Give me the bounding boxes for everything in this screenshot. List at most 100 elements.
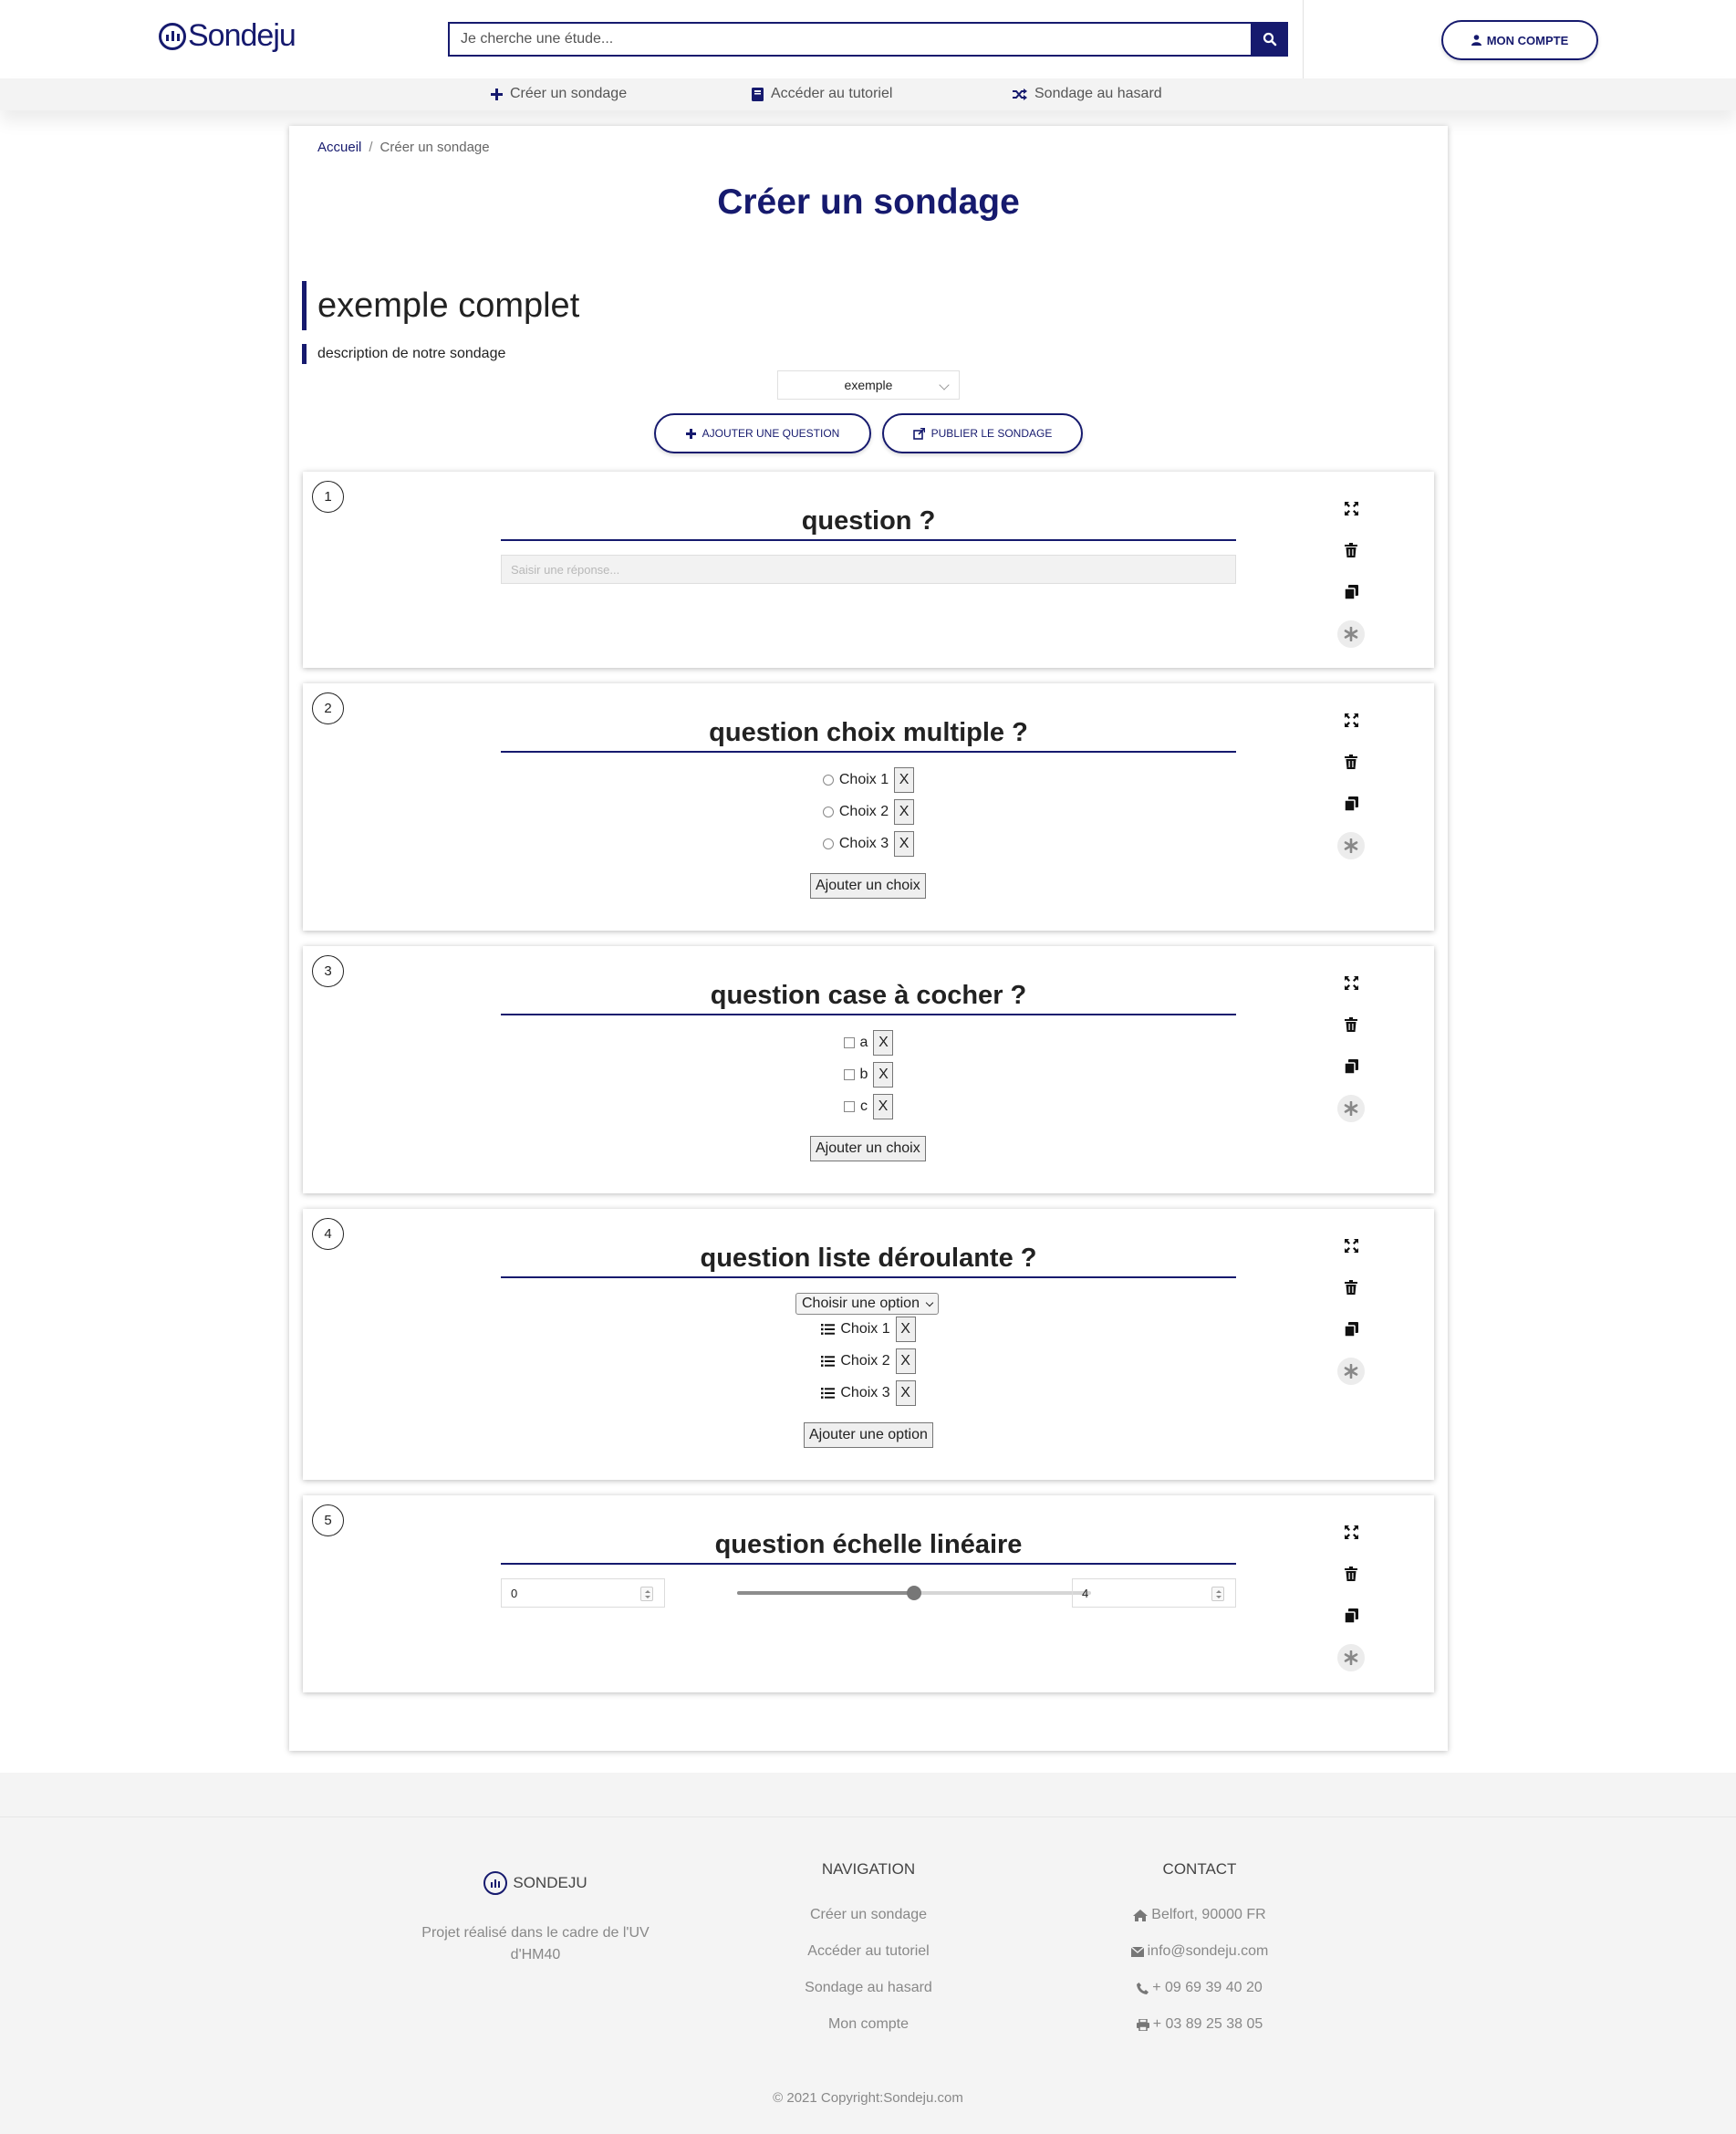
answer-input[interactable]: [501, 555, 1236, 584]
expand-button[interactable]: [1333, 487, 1369, 529]
remove-option-button[interactable]: X: [895, 1348, 916, 1374]
question-title[interactable]: question choix multiple ?: [501, 718, 1236, 753]
checkbox[interactable]: [844, 1101, 855, 1112]
footer-link-tutorial[interactable]: Accéder au tutoriel: [777, 1933, 960, 1970]
asterisk-icon: [1344, 1650, 1358, 1665]
delete-button[interactable]: [1333, 741, 1369, 783]
spinner-arrows-icon[interactable]: [1211, 1587, 1224, 1601]
copy-icon: [1344, 1059, 1358, 1074]
remove-choice-button[interactable]: X: [873, 1062, 894, 1088]
remove-choice-button[interactable]: X: [894, 831, 915, 857]
question-toolbar: [1333, 1511, 1369, 1679]
footer-link-random-survey[interactable]: Sondage au hasard: [777, 1970, 960, 2006]
subnav-tutorial[interactable]: Accéder au tutoriel: [752, 86, 892, 102]
choice-label[interactable]: Choix 1: [839, 772, 889, 788]
question-toolbar: [1333, 1224, 1369, 1392]
add-choice-button[interactable]: Ajouter un choix: [810, 1136, 926, 1161]
expand-icon: [1344, 1525, 1358, 1539]
remove-choice-button[interactable]: X: [894, 767, 915, 793]
choice-label[interactable]: b: [860, 1067, 868, 1083]
survey-description[interactable]: description de notre sondage: [302, 344, 505, 364]
trash-icon: [1345, 1567, 1357, 1581]
category-select[interactable]: exemple: [777, 370, 960, 400]
required-toggle[interactable]: [1333, 1350, 1369, 1392]
duplicate-button[interactable]: [1333, 1046, 1369, 1088]
contact-fax-text: + 03 89 25 38 05: [1152, 2016, 1263, 2032]
scale-max-input[interactable]: 4: [1072, 1578, 1236, 1608]
search-button[interactable]: [1251, 22, 1288, 57]
contact-email-text: info@sondeju.com: [1147, 1943, 1269, 1959]
expand-button[interactable]: [1333, 699, 1369, 741]
choice-row: Choix 3 X: [303, 830, 1434, 858]
footer-contact-heading: CONTACT: [1162, 1860, 1237, 1878]
footer-brand: SONDEJU: [417, 1871, 654, 1895]
option-label[interactable]: Choix 1: [840, 1321, 889, 1338]
choice-row: Choix 1 X: [303, 766, 1434, 794]
delete-button[interactable]: [1333, 1553, 1369, 1595]
option-label[interactable]: Choix 3: [840, 1385, 889, 1401]
add-choice-button[interactable]: Ajouter un choix: [810, 873, 926, 899]
survey-title[interactable]: exemple complet: [302, 281, 579, 330]
add-option-button[interactable]: Ajouter une option: [804, 1422, 933, 1448]
remove-option-button[interactable]: X: [895, 1317, 916, 1342]
option-label[interactable]: Choix 2: [840, 1353, 889, 1369]
required-toggle[interactable]: [1333, 1637, 1369, 1679]
required-toggle[interactable]: [1333, 825, 1369, 867]
remove-choice-button[interactable]: X: [873, 1030, 894, 1056]
checkbox[interactable]: [843, 1069, 855, 1080]
required-toggle[interactable]: [1333, 613, 1369, 655]
question-title[interactable]: question ?: [501, 506, 1236, 541]
duplicate-button[interactable]: [1333, 571, 1369, 613]
subnav-create-survey[interactable]: Créer un sondage: [491, 86, 627, 102]
choice-label[interactable]: Choix 2: [839, 804, 889, 820]
spinner-arrows-icon[interactable]: [640, 1587, 653, 1601]
remove-option-button[interactable]: X: [895, 1380, 916, 1406]
remove-choice-button[interactable]: X: [873, 1094, 893, 1119]
duplicate-button[interactable]: [1333, 1308, 1369, 1350]
choice-label[interactable]: c: [860, 1098, 868, 1115]
question-title[interactable]: question liste déroulante ?: [501, 1244, 1236, 1278]
checkbox[interactable]: [843, 1037, 855, 1048]
breadcrumb-current: Créer un sondage: [379, 140, 490, 155]
publish-survey-button[interactable]: PUBLIER LE SONDAGE: [882, 413, 1083, 453]
delete-button[interactable]: [1333, 529, 1369, 571]
book-icon: [752, 87, 764, 101]
question-title[interactable]: question case à cocher ?: [501, 981, 1236, 1015]
question-toolbar: [1333, 962, 1369, 1129]
expand-button[interactable]: [1333, 1224, 1369, 1266]
account-button[interactable]: MON COMPTE: [1441, 20, 1598, 60]
duplicate-button[interactable]: [1333, 1595, 1369, 1637]
footer-link-account[interactable]: Mon compte: [777, 2006, 960, 2043]
radio-button[interactable]: [822, 838, 834, 849]
search-input[interactable]: [448, 22, 1251, 57]
duplicate-button[interactable]: [1333, 783, 1369, 825]
trash-icon: [1345, 755, 1357, 769]
add-question-button[interactable]: AJOUTER UNE QUESTION: [654, 413, 871, 453]
option-row: Choix 3 X: [303, 1379, 1434, 1407]
choice-label[interactable]: a: [860, 1035, 868, 1051]
required-toggle[interactable]: [1333, 1088, 1369, 1129]
radio-button[interactable]: [822, 775, 834, 786]
subnav-random-survey[interactable]: Sondage au hasard: [1013, 86, 1162, 102]
delete-button[interactable]: [1333, 1004, 1369, 1046]
choice-row: c X: [303, 1093, 1434, 1120]
expand-button[interactable]: [1333, 962, 1369, 1004]
option-select[interactable]: Choisir une option: [795, 1293, 939, 1315]
remove-choice-button[interactable]: X: [894, 799, 915, 825]
logo[interactable]: Sondeju: [159, 18, 296, 54]
contact-email[interactable]: info@sondeju.com: [1090, 1933, 1309, 1970]
question-title[interactable]: question échelle linéaire: [501, 1530, 1236, 1565]
expand-button[interactable]: [1333, 1511, 1369, 1553]
choice-label[interactable]: Choix 3: [839, 836, 889, 852]
delete-button[interactable]: [1333, 1266, 1369, 1308]
scale-slider[interactable]: [737, 1586, 1091, 1600]
add-question-label: AJOUTER UNE QUESTION: [702, 427, 840, 440]
plus-icon: [491, 88, 503, 100]
contact-phone[interactable]: + 09 69 39 40 20: [1090, 1970, 1309, 2006]
footer-link-create-survey[interactable]: Créer un sondage: [777, 1897, 960, 1933]
header: Sondeju MON COMPTE: [0, 0, 1736, 78]
slider-thumb[interactable]: [907, 1586, 921, 1600]
radio-button[interactable]: [822, 807, 834, 817]
breadcrumb-home-link[interactable]: Accueil: [317, 140, 361, 155]
scale-min-input[interactable]: 0: [501, 1578, 665, 1608]
